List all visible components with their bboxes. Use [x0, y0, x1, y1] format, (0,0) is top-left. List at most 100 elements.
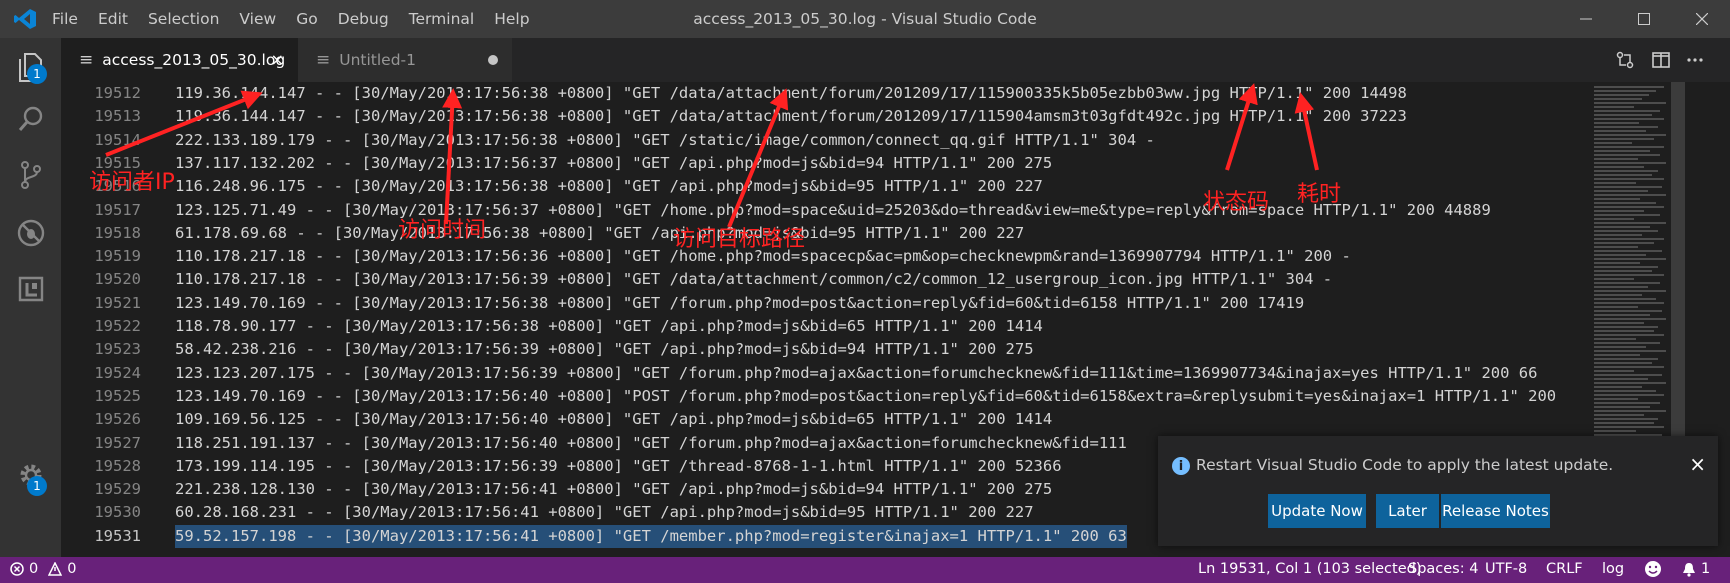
- explorer-badge: 1: [27, 64, 47, 84]
- more-actions-button[interactable]: [1683, 48, 1707, 72]
- end-of-line[interactable]: CRLF: [1546, 561, 1583, 577]
- minimap-line: [1594, 402, 1660, 404]
- minimap-line: [1594, 202, 1656, 204]
- notifications-indicator[interactable]: 1: [1682, 561, 1710, 577]
- cursor-position[interactable]: Ln 19531, Col 1 (103 selected): [1198, 561, 1422, 577]
- minimap-line: [1594, 310, 1662, 312]
- activity-bar: 1 1: [0, 38, 61, 557]
- split-editor-button[interactable]: [1649, 48, 1673, 72]
- minimap-line: [1594, 122, 1639, 124]
- tab-access-log[interactable]: ≡ access_2013_05_30.log ×: [61, 38, 298, 82]
- source-control-button[interactable]: [12, 156, 50, 194]
- minimap-line: [1594, 286, 1648, 288]
- minimap-line: [1594, 258, 1666, 260]
- annotation-ip: 访问者IP: [89, 170, 175, 195]
- menu-edit[interactable]: Edit: [98, 10, 128, 28]
- split-editor-icon: [1652, 52, 1670, 68]
- minimap-line: [1594, 338, 1636, 340]
- extensions-button[interactable]: [12, 270, 50, 308]
- debug-button[interactable]: [12, 214, 50, 252]
- tab-label: access_2013_05_30.log: [102, 51, 286, 69]
- open-changes-button[interactable]: [1613, 48, 1637, 72]
- minimap-line: [1594, 154, 1660, 156]
- minimap-line: [1594, 246, 1638, 248]
- update-now-button[interactable]: Update Now: [1268, 494, 1366, 528]
- minimap-line: [1594, 410, 1666, 412]
- vscode-logo-icon: [14, 9, 36, 29]
- release-notes-button[interactable]: Release Notes: [1441, 494, 1550, 528]
- minimap-line: [1594, 350, 1666, 352]
- menu-help[interactable]: Help: [494, 10, 529, 28]
- menu-go[interactable]: Go: [296, 10, 318, 28]
- menu-bar: File Edit Selection View Go Debug Termin…: [52, 0, 550, 38]
- more-icon: [1687, 58, 1703, 62]
- unsaved-dot-icon: [488, 55, 498, 65]
- minimap-line: [1594, 346, 1646, 348]
- tab-bar: ≡ access_2013_05_30.log × ≡ Untitled-1: [61, 38, 1730, 82]
- problems-indicator[interactable]: 0 0: [10, 561, 76, 577]
- close-tab-icon[interactable]: ×: [271, 50, 284, 69]
- minimap-line: [1594, 130, 1646, 132]
- annotation-path: 访问目标路径: [673, 227, 806, 252]
- menu-view[interactable]: View: [239, 10, 276, 28]
- minimize-button[interactable]: [1562, 0, 1610, 38]
- indentation[interactable]: Spaces: 4: [1408, 561, 1478, 577]
- minimap-line: [1594, 374, 1662, 376]
- minimap-line: [1594, 262, 1640, 264]
- maximize-icon: [1638, 13, 1650, 25]
- error-icon: [10, 562, 24, 576]
- later-button[interactable]: Later: [1376, 494, 1439, 528]
- minimap-line: [1594, 290, 1666, 292]
- minimap-line: [1594, 214, 1660, 216]
- minimap-line: [1594, 414, 1644, 416]
- minimap-line: [1594, 230, 1658, 232]
- minimap-line: [1594, 138, 1654, 140]
- minimap-line: [1594, 422, 1654, 424]
- close-notification-icon[interactable]: ×: [1689, 452, 1706, 476]
- menu-file[interactable]: File: [52, 10, 78, 28]
- minimap-line: [1594, 266, 1658, 268]
- minimap-line: [1594, 250, 1662, 252]
- warning-icon: [48, 562, 63, 576]
- search-icon: [18, 106, 43, 131]
- minimap-line: [1594, 86, 1664, 88]
- menu-selection[interactable]: Selection: [148, 10, 219, 28]
- close-window-button[interactable]: [1678, 0, 1726, 38]
- minimap-line: [1594, 294, 1642, 296]
- status-bar: 0 0 Ln 19531, Col 1 (103 selected) Space…: [0, 557, 1730, 583]
- scrollbar-thumb[interactable]: [1671, 82, 1685, 467]
- compare-icon: [1616, 51, 1634, 69]
- tab-untitled[interactable]: ≡ Untitled-1: [298, 38, 512, 82]
- minimap-line: [1594, 106, 1634, 108]
- minimap-line: [1594, 118, 1664, 120]
- path-arrow: [727, 88, 789, 228]
- annotation-time: 访问时间: [398, 218, 487, 243]
- minimap-line: [1594, 278, 1634, 280]
- notification-message: Restart Visual Studio Code to apply the …: [1196, 456, 1614, 474]
- language-mode[interactable]: log: [1602, 561, 1624, 577]
- minimap-line: [1594, 306, 1638, 308]
- minimap-line: [1594, 318, 1666, 320]
- file-lines-icon: ≡: [79, 50, 94, 70]
- menu-debug[interactable]: Debug: [338, 10, 389, 28]
- minimap-line: [1594, 210, 1644, 212]
- minimap-line: [1594, 394, 1664, 396]
- minimap-line: [1594, 270, 1652, 272]
- minimap-line: [1594, 390, 1656, 392]
- search-button[interactable]: [12, 100, 50, 138]
- minimap-line: [1594, 298, 1656, 300]
- minimap-line: [1594, 314, 1650, 316]
- minimap-line: [1594, 378, 1648, 380]
- warning-count: 0: [67, 561, 77, 577]
- maximize-button[interactable]: [1620, 0, 1668, 38]
- tab-label: Untitled-1: [339, 51, 417, 69]
- minimap-line: [1594, 322, 1644, 324]
- extensions-icon: [18, 276, 44, 302]
- minimap-line: [1594, 406, 1650, 408]
- minimap-line: [1594, 358, 1658, 360]
- feedback-smiley-icon[interactable]: [1644, 560, 1662, 582]
- minimap-line: [1594, 98, 1642, 100]
- menu-terminal[interactable]: Terminal: [409, 10, 475, 28]
- settings-badge: 1: [27, 476, 47, 496]
- encoding[interactable]: UTF-8: [1485, 561, 1527, 577]
